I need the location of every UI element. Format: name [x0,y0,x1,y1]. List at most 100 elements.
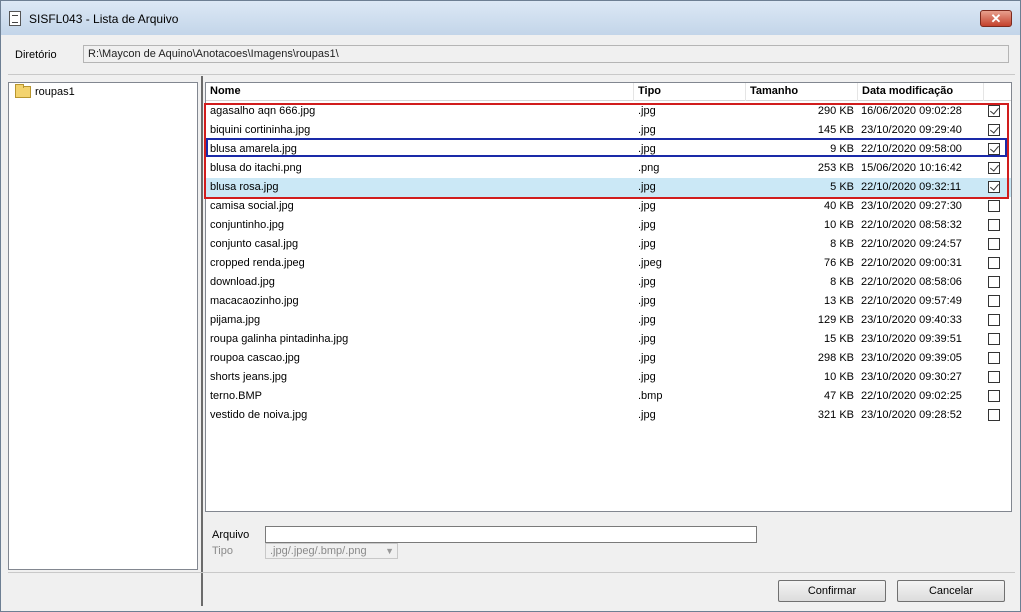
table-row[interactable]: camisa social.jpg .jpg 40 KB 23/10/2020 09:… [206,197,1011,216]
row-checkbox[interactable] [988,181,1000,193]
folder-icon [15,84,31,98]
list-header: Nome Tipo Tamanho Data modificação [206,83,1011,101]
table-row[interactable]: blusa amarela.jpg .jpg 9 KB 22/10/2020 09:5… [206,140,1011,159]
table-row[interactable]: download.jpg .jpg 8 KB 22/10/2020 08:58:06 [206,273,1011,292]
file-name: macacaozinho.jpg [210,295,299,307]
file-type: .jpg [638,143,656,155]
file-date: 23/10/2020 09:30:27 [861,371,962,383]
row-checkbox[interactable] [988,409,1000,421]
table-row[interactable]: vestido de noiva.jpg .jpg 321 KB 23/10/2020… [206,406,1011,425]
file-size: 13 KB [824,295,854,307]
row-checkbox[interactable] [988,352,1000,364]
row-checkbox[interactable] [988,219,1000,231]
row-checkbox[interactable] [988,200,1000,212]
tree-item-roupas1[interactable]: roupas1 [15,84,75,98]
file-size: 10 KB [824,371,854,383]
table-row[interactable]: conjunto casal.jpg .jpg 8 KB 22/10/2020 09:… [206,235,1011,254]
table-row[interactable]: pijama.jpg .jpg 129 KB 23/10/2020 09:40:33 [206,311,1011,330]
row-checkbox[interactable] [988,143,1000,155]
file-size: 298 KB [817,352,854,364]
splitter[interactable] [201,76,203,606]
dialog-body: Diretório R:\Maycon de Aquino\Anotacoes\… [8,35,1015,606]
table-row[interactable]: terno.BMP .bmp 47 KB 22/10/2020 09:02:25 [206,387,1011,406]
file-type: .jpg [638,238,656,250]
table-row[interactable]: blusa rosa.jpg .jpg 5 KB 22/10/2020 09:32:1… [206,178,1011,197]
file-date: 22/10/2020 09:32:11 [861,181,962,193]
row-checkbox[interactable] [988,390,1000,402]
tipo-select[interactable]: .jpg/.jpeg/.bmp/.png ▼ [265,543,398,559]
cancel-button[interactable]: Cancelar [897,580,1005,602]
divider [8,74,1015,75]
table-row[interactable]: agasalho aqn 666.jpg .jpg 290 KB 16/06/2020… [206,102,1011,121]
row-checkbox[interactable] [988,238,1000,250]
file-size: 145 KB [817,124,854,136]
file-type: .jpg [638,314,656,326]
file-size: 15 KB [824,333,854,345]
table-row[interactable]: conjuntinho.jpg .jpg 10 KB 22/10/2020 08:58… [206,216,1011,235]
file-type: .jpg [638,124,656,136]
file-name: blusa do itachi.png [210,162,302,174]
file-name: pijama.jpg [210,314,261,326]
table-row[interactable]: roupoa cascao.jpg .jpg 298 KB 23/10/2020 09… [206,349,1011,368]
row-checkbox[interactable] [988,314,1000,326]
tipo-label: Tipo [212,545,233,557]
file-type: .jpg [638,276,656,288]
confirm-button[interactable]: Confirmar [778,580,886,602]
file-date: 15/06/2020 10:16:42 [861,162,962,174]
file-type: .jpg [638,295,656,307]
row-checkbox[interactable] [988,371,1000,383]
column-header-tamanho[interactable]: Tamanho [746,83,858,101]
close-button[interactable]: ✕ [980,10,1012,27]
folder-tree: roupas1 [8,82,198,570]
window-title: SISFL043 - Lista de Arquivo [29,12,179,26]
file-size: 253 KB [817,162,854,174]
directory-field: R:\Maycon de Aquino\Anotacoes\Imagens\ro… [83,45,1009,63]
file-date: 22/10/2020 09:57:49 [861,295,962,307]
file-name: roupa galinha pintadinha.jpg [210,333,349,345]
file-name: blusa amarela.jpg [210,143,297,155]
file-name: biquini cortininha.jpg [210,124,311,136]
file-type: .jpg [638,105,656,117]
row-checkbox[interactable] [988,295,1000,307]
file-size: 5 KB [830,181,854,193]
row-checkbox[interactable] [988,105,1000,117]
row-checkbox[interactable] [988,124,1000,136]
file-list: Nome Tipo Tamanho Data modificação agasa… [205,82,1012,512]
file-date: 22/10/2020 09:58:00 [861,143,962,155]
row-checkbox[interactable] [988,333,1000,345]
tree-item-label: roupas1 [35,86,75,98]
file-date: 22/10/2020 08:58:32 [861,219,962,231]
file-date: 16/06/2020 09:02:28 [861,105,962,117]
title-bar: SISFL043 - Lista de Arquivo ✕ [1,1,1020,35]
column-header-tipo[interactable]: Tipo [634,83,746,101]
row-checkbox[interactable] [988,257,1000,269]
file-type: .jpg [638,333,656,345]
column-header-nome[interactable]: Nome [206,83,634,101]
row-checkbox[interactable] [988,162,1000,174]
table-row[interactable]: shorts jeans.jpg .jpg 10 KB 23/10/2020 09:3… [206,368,1011,387]
file-name: vestido de noiva.jpg [210,409,308,421]
file-date: 23/10/2020 09:29:40 [861,124,962,136]
file-name: download.jpg [210,276,275,288]
table-row[interactable]: biquini cortininha.jpg .jpg 145 KB 23/10/20… [206,121,1011,140]
file-list-window: SISFL043 - Lista de Arquivo ✕ Diretório … [0,0,1021,612]
file-type: .bmp [638,390,663,402]
row-checkbox[interactable] [988,276,1000,288]
file-type: .jpg [638,352,656,364]
file-name: shorts jeans.jpg [210,371,288,383]
table-row[interactable]: blusa do itachi.png .png 253 KB 15/06/2020 … [206,159,1011,178]
file-date: 23/10/2020 09:28:52 [861,409,962,421]
file-name: cropped renda.jpeg [210,257,305,269]
file-date: 22/10/2020 09:00:31 [861,257,962,269]
file-type: .jpg [638,409,656,421]
chevron-down-icon: ▼ [385,546,394,556]
table-row[interactable]: cropped renda.jpeg .jpeg 76 KB 22/10/2020 0… [206,254,1011,273]
table-row[interactable]: macacaozinho.jpg .jpg 13 KB 22/10/2020 09:5… [206,292,1011,311]
arquivo-label: Arquivo [212,529,250,541]
table-row[interactable]: roupa galinha pintadinha.jpg .jpg 15 KB 23/… [206,330,1011,349]
file-name: terno.BMP [210,390,262,402]
column-header-data[interactable]: Data modificação [858,83,984,101]
file-date: 23/10/2020 09:40:33 [861,314,962,326]
column-header-check [984,83,1011,101]
arquivo-input[interactable] [265,526,757,543]
